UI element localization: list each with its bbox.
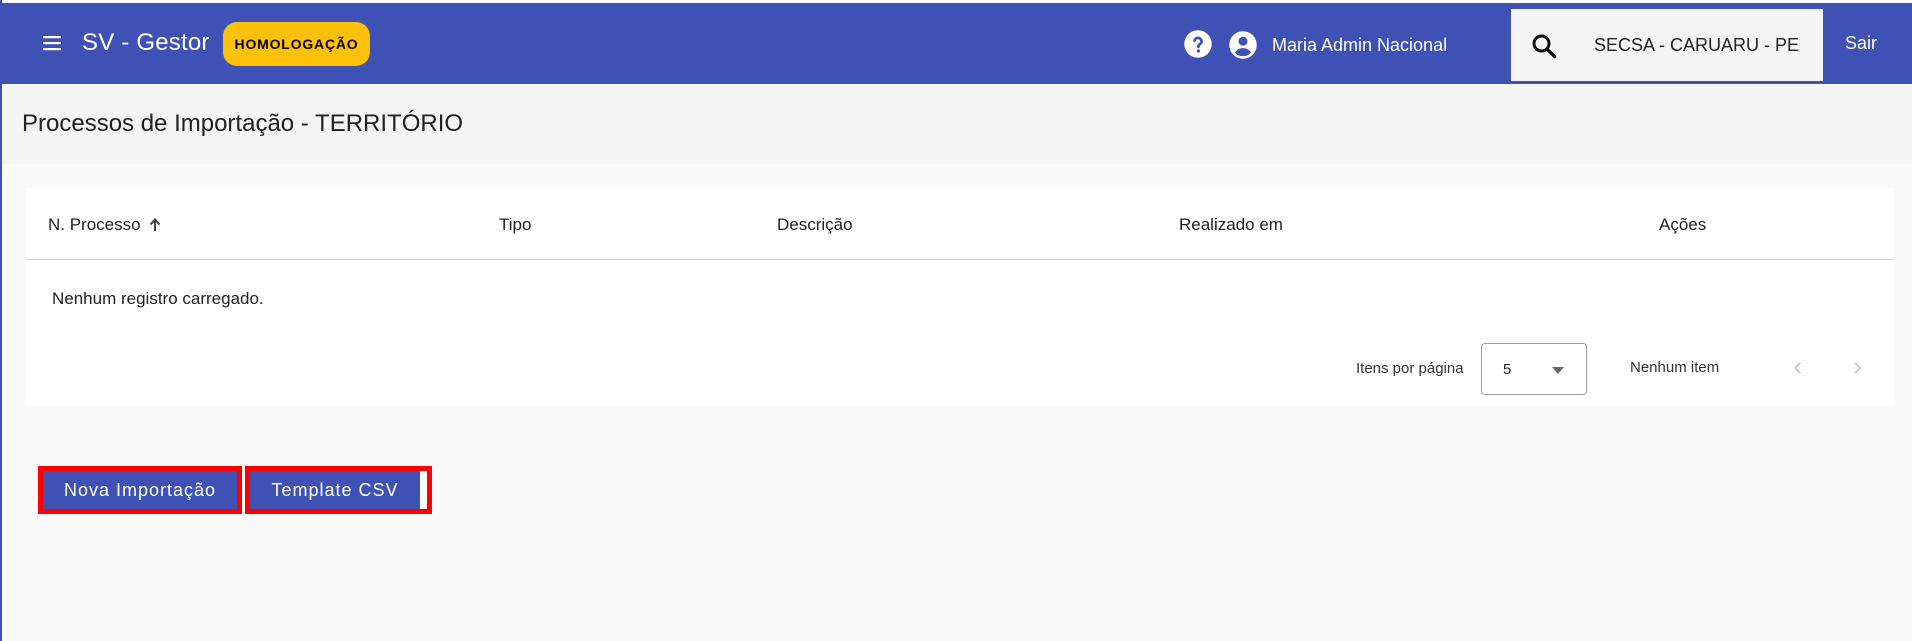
chevron-left-icon [1793, 361, 1802, 375]
new-import-button[interactable]: Nova Importação [38, 466, 242, 514]
column-label: N. Processo [48, 215, 141, 234]
search-value[interactable]: SECSA - CARUARU - PE [1594, 35, 1799, 56]
search-icon [1532, 34, 1557, 59]
help-button[interactable] [1183, 29, 1213, 59]
paginator-range-label: Nenhum item [1630, 359, 1720, 376]
account-circle-icon [1229, 31, 1257, 59]
column-header-tipo: Tipo [499, 215, 532, 234]
app-title: SV - Gestor [82, 29, 210, 56]
page-size-select[interactable]: 5 [1481, 343, 1587, 395]
items-per-page-label: Itens por página [1356, 360, 1464, 377]
user-menu[interactable]: Maria Admin Nacional [1228, 29, 1447, 61]
table-header: N. Processo Tipo Descrição Realizado em … [26, 188, 1894, 260]
user-name: Maria Admin Nacional [1272, 34, 1448, 55]
app-root: SV - Gestor HOMOLOGAÇÃO Maria Admin Naci… [0, 0, 1912, 641]
top-toolbar: SV - Gestor HOMOLOGAÇÃO Maria Admin Naci… [2, 0, 1912, 84]
page-header: Processos de Importação - TERRITÓRIO [2, 84, 1912, 164]
template-csv-button[interactable]: Template CSV [245, 466, 432, 514]
template-csv-label: Template CSV [271, 479, 399, 500]
previous-page-button[interactable] [1784, 354, 1812, 382]
environment-badge: HOMOLOGAÇÃO [223, 22, 370, 66]
logout-button[interactable]: Sair [1845, 33, 1877, 54]
button-edge [420, 471, 427, 509]
menu-icon [43, 36, 61, 51]
new-import-label: Nova Importação [63, 479, 217, 500]
help-icon [1184, 30, 1212, 58]
next-page-button[interactable] [1843, 354, 1871, 382]
column-header-realizado-em: Realizado em [1179, 215, 1283, 234]
column-header-descricao: Descrição [777, 215, 853, 234]
page-title: Processos de Importação - TERRITÓRIO [22, 110, 464, 137]
page-size-value: 5 [1503, 361, 1512, 378]
column-header-acoes: Ações [1659, 215, 1707, 234]
empty-table-message: Nenhum registro carregado. [52, 289, 264, 308]
menu-button[interactable] [34, 25, 70, 61]
chevron-right-icon [1853, 361, 1862, 375]
dropdown-arrow-icon [1552, 367, 1564, 374]
unit-search[interactable]: SECSA - CARUARU - PE [1511, 9, 1823, 81]
import-processes-table: N. Processo Tipo Descrição Realizado em … [26, 188, 1894, 406]
column-header-processo[interactable]: N. Processo [48, 215, 163, 235]
arrow-up-icon [149, 218, 160, 231]
